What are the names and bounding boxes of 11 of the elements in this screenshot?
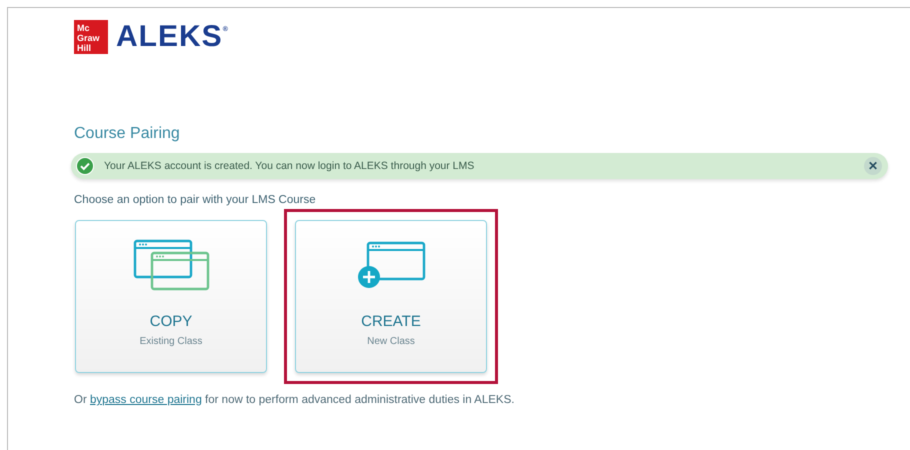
option-card[interactable]: CREATE New Class xyxy=(295,220,487,373)
bypass-link[interactable]: bypass course pairing xyxy=(90,394,202,406)
footer-text: Or bypass course pairing for now to perform advanced administrative duties in ALEKS. xyxy=(74,394,516,406)
instruction-text: Choose an option to pair with your LMS Course xyxy=(74,194,317,206)
close-button[interactable]: ✕ xyxy=(864,157,882,175)
banner-message: Your ALEKS account is created. You can now login to ALEKS through your LMS xyxy=(104,160,476,172)
check-icon xyxy=(76,157,94,175)
brand-name: ALEKS xyxy=(116,20,223,54)
page-title: Course Pairing xyxy=(74,125,181,143)
logo-badge: Mc Graw Hill xyxy=(74,20,108,54)
option-card[interactable]: COPY Existing Class xyxy=(75,220,267,373)
